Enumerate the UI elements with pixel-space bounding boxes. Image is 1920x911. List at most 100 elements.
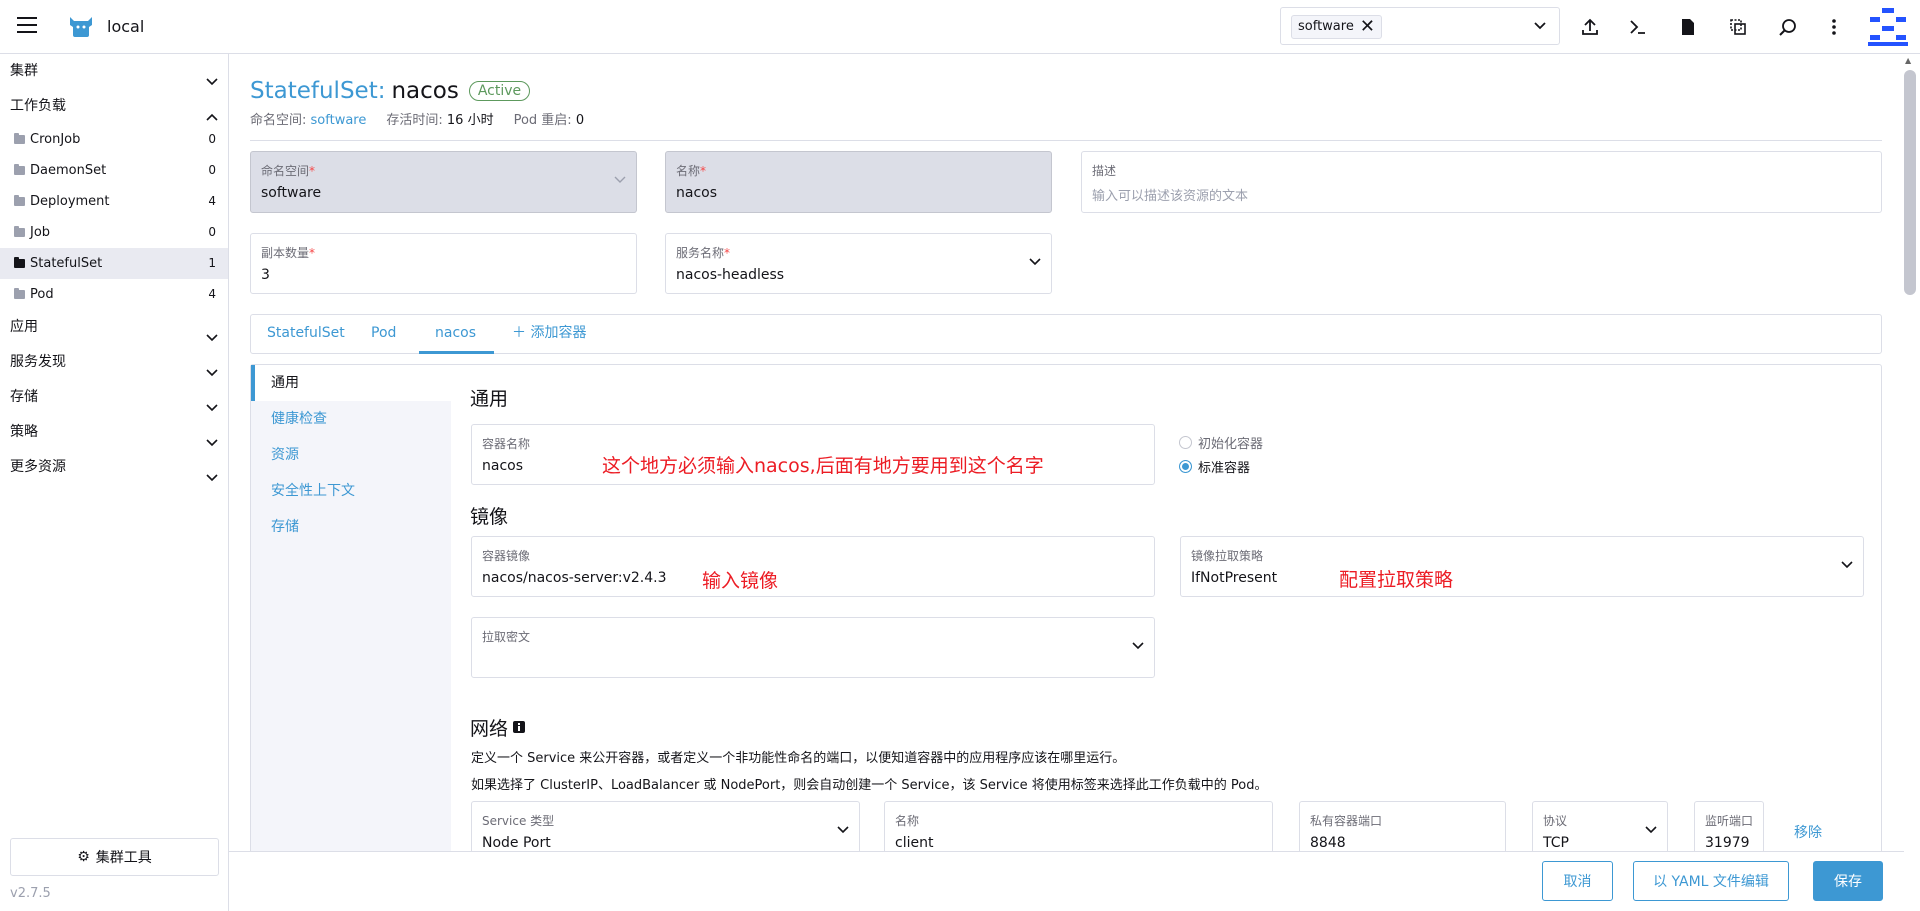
folder-icon bbox=[14, 288, 25, 299]
sidebar-item-count: 0 bbox=[208, 163, 216, 177]
status-badge: Active bbox=[468, 81, 531, 101]
section-title-general: 通用 bbox=[470, 388, 509, 410]
close-icon[interactable]: ✕ bbox=[1360, 18, 1375, 36]
meta-namespace: 命名空间: software bbox=[250, 109, 366, 128]
field-label-text: 命名空间 bbox=[261, 164, 310, 178]
divider bbox=[250, 140, 1882, 141]
required-marker: * bbox=[309, 164, 316, 178]
vnav-health-check[interactable]: 健康检查 bbox=[251, 401, 451, 437]
radio-standard-container[interactable]: 标准容器 bbox=[1179, 457, 1250, 476]
cluster-tools-label: 集群工具 bbox=[95, 850, 152, 866]
field-value: nacos/nacos-server:v2.4.3 bbox=[482, 570, 667, 586]
container-image-field[interactable]: 容器镜像 nacos/nacos-server:v2.4.3 bbox=[471, 536, 1155, 597]
sidebar-group-cluster[interactable]: 集群 bbox=[0, 54, 228, 89]
import-yaml-icon[interactable] bbox=[1578, 15, 1602, 39]
container-port-field[interactable]: 私有容器端口 8848 bbox=[1299, 801, 1506, 851]
pull-policy-select[interactable]: 镜像拉取策略 IfNotPresent bbox=[1180, 536, 1864, 597]
chevron-down-icon[interactable] bbox=[1533, 18, 1547, 36]
description-field[interactable]: 描述 输入可以描述该资源的文本 bbox=[1081, 151, 1882, 213]
field-label-text: 服务名称 bbox=[676, 246, 725, 260]
service-name-select[interactable]: 服务名称* nacos-headless bbox=[665, 233, 1052, 294]
field-label: 命名空间* bbox=[261, 162, 626, 179]
field-label: 描述 bbox=[1092, 164, 1117, 178]
chevron-down-icon[interactable] bbox=[1645, 824, 1657, 839]
namespace-chip: software ✕ bbox=[1291, 15, 1382, 39]
chevron-down-icon[interactable] bbox=[1029, 256, 1041, 271]
tab-add-container[interactable]: ＋ 添加容器 bbox=[496, 315, 602, 354]
vnav-resources[interactable]: 资源 bbox=[251, 437, 451, 473]
cluster-name[interactable]: local bbox=[107, 17, 144, 36]
cancel-button[interactable]: 取消 bbox=[1542, 861, 1613, 901]
listen-port-field[interactable]: 监听端口 31979 bbox=[1694, 801, 1764, 851]
folder-icon bbox=[14, 195, 25, 206]
required-marker: * bbox=[309, 246, 316, 260]
scrollbar[interactable] bbox=[1904, 70, 1916, 295]
sidebar-item-statefulset[interactable]: StatefulSet 1 bbox=[0, 248, 228, 279]
chevron-down-icon[interactable] bbox=[837, 824, 849, 839]
save-button[interactable]: 保存 bbox=[1813, 861, 1883, 901]
annotation-image: 输入镜像 bbox=[702, 570, 779, 592]
sidebar-item-pod[interactable]: Pod 4 bbox=[0, 279, 228, 310]
field-label-text: 副本数量 bbox=[261, 246, 310, 260]
namespace-filter[interactable]: software ✕ bbox=[1280, 7, 1560, 45]
sidebar-group-storage[interactable]: 存储 bbox=[0, 380, 228, 415]
sidebar-group-service-discovery[interactable]: 服务发现 bbox=[0, 345, 228, 380]
resource-type-link[interactable]: StatefulSet: bbox=[250, 78, 385, 104]
tab-pod[interactable]: Pod bbox=[355, 315, 412, 354]
scroll-up-icon[interactable]: ▲ bbox=[1905, 56, 1911, 65]
sidebar-item-label: Job bbox=[30, 225, 51, 240]
pull-secret-select[interactable]: 拉取密文 bbox=[471, 617, 1155, 678]
chevron-down-icon[interactable] bbox=[1841, 559, 1853, 574]
sidebar-group-apps[interactable]: 应用 bbox=[0, 310, 228, 345]
annotation-container-name: 这个地方必须输入nacos,后面有地方要用到这个名字 bbox=[602, 455, 1044, 477]
sidebar-item-cronjob[interactable]: CronJob 0 bbox=[0, 124, 228, 155]
field-label: 副本数量* bbox=[261, 244, 626, 261]
field-label-text: 名称 bbox=[676, 164, 701, 178]
field-label: 拉取密文 bbox=[482, 630, 531, 644]
service-type-select[interactable]: Service 类型 Node Port bbox=[471, 801, 860, 851]
vnav-general[interactable]: 通用 bbox=[251, 365, 451, 401]
radio-init-container[interactable]: 初始化容器 bbox=[1179, 433, 1263, 452]
chevron-down-icon[interactable] bbox=[1132, 640, 1144, 655]
container-tabs: StatefulSet Pod nacos ＋ 添加容器 bbox=[250, 314, 1882, 354]
main-content: StatefulSet: nacos Active 命名空间: software… bbox=[229, 54, 1904, 851]
folder-icon bbox=[14, 133, 25, 144]
vertical-nav: 通用 健康检查 资源 安全性上下文 存储 bbox=[251, 365, 451, 851]
tab-statefulset[interactable]: StatefulSet bbox=[251, 315, 361, 354]
protocol-select[interactable]: 协议 TCP bbox=[1532, 801, 1668, 851]
cluster-logo-icon bbox=[68, 15, 94, 43]
vnav-security-context[interactable]: 安全性上下文 bbox=[251, 473, 451, 509]
meta-value: 0 bbox=[575, 113, 585, 128]
sidebar-group-label: 存储 bbox=[10, 389, 38, 405]
remove-port-button[interactable]: 移除 bbox=[1794, 822, 1822, 842]
tab-nacos[interactable]: nacos bbox=[419, 315, 494, 354]
menu-icon[interactable] bbox=[17, 17, 37, 37]
network-description-2: 如果选择了 ClusterIP、LoadBalancer 或 NodePort，… bbox=[471, 778, 1268, 793]
namespace-link[interactable]: software bbox=[311, 113, 367, 128]
section-title-image: 镜像 bbox=[470, 506, 509, 528]
more-icon[interactable] bbox=[1822, 15, 1846, 39]
kubectl-shell-icon[interactable] bbox=[1626, 15, 1650, 39]
replicas-field[interactable]: 副本数量* 3 bbox=[250, 233, 637, 294]
plus-icon: ＋ bbox=[512, 325, 526, 341]
sidebar-item-deployment[interactable]: Deployment 4 bbox=[0, 186, 228, 217]
search-icon[interactable] bbox=[1776, 15, 1800, 39]
rancher-logo-icon[interactable] bbox=[1868, 8, 1908, 50]
sidebar-group-workload[interactable]: 工作负载 bbox=[0, 89, 228, 124]
info-icon[interactable] bbox=[512, 717, 526, 739]
cluster-tools-button[interactable]: ⚙ 集群工具 bbox=[10, 838, 219, 876]
meta-value: 16 小时 bbox=[446, 113, 494, 128]
sidebar-item-job[interactable]: Job 0 bbox=[0, 217, 228, 248]
meta-label: Pod 重启: bbox=[513, 113, 572, 128]
sidebar-group-label: 应用 bbox=[10, 319, 38, 335]
sidebar-item-label: CronJob bbox=[30, 132, 81, 147]
sidebar-item-count: 1 bbox=[208, 256, 216, 270]
copy-kubeconfig-icon[interactable] bbox=[1726, 15, 1750, 39]
port-name-field[interactable]: 名称 client bbox=[884, 801, 1273, 851]
kubeconfig-icon[interactable] bbox=[1676, 15, 1700, 39]
vnav-storage[interactable]: 存储 bbox=[251, 509, 451, 545]
sidebar-group-policy[interactable]: 策略 bbox=[0, 415, 228, 450]
sidebar-item-daemonset[interactable]: DaemonSet 0 bbox=[0, 155, 228, 186]
edit-yaml-button[interactable]: 以 YAML 文件编辑 bbox=[1633, 861, 1789, 901]
sidebar-group-more[interactable]: 更多资源 bbox=[0, 450, 228, 485]
